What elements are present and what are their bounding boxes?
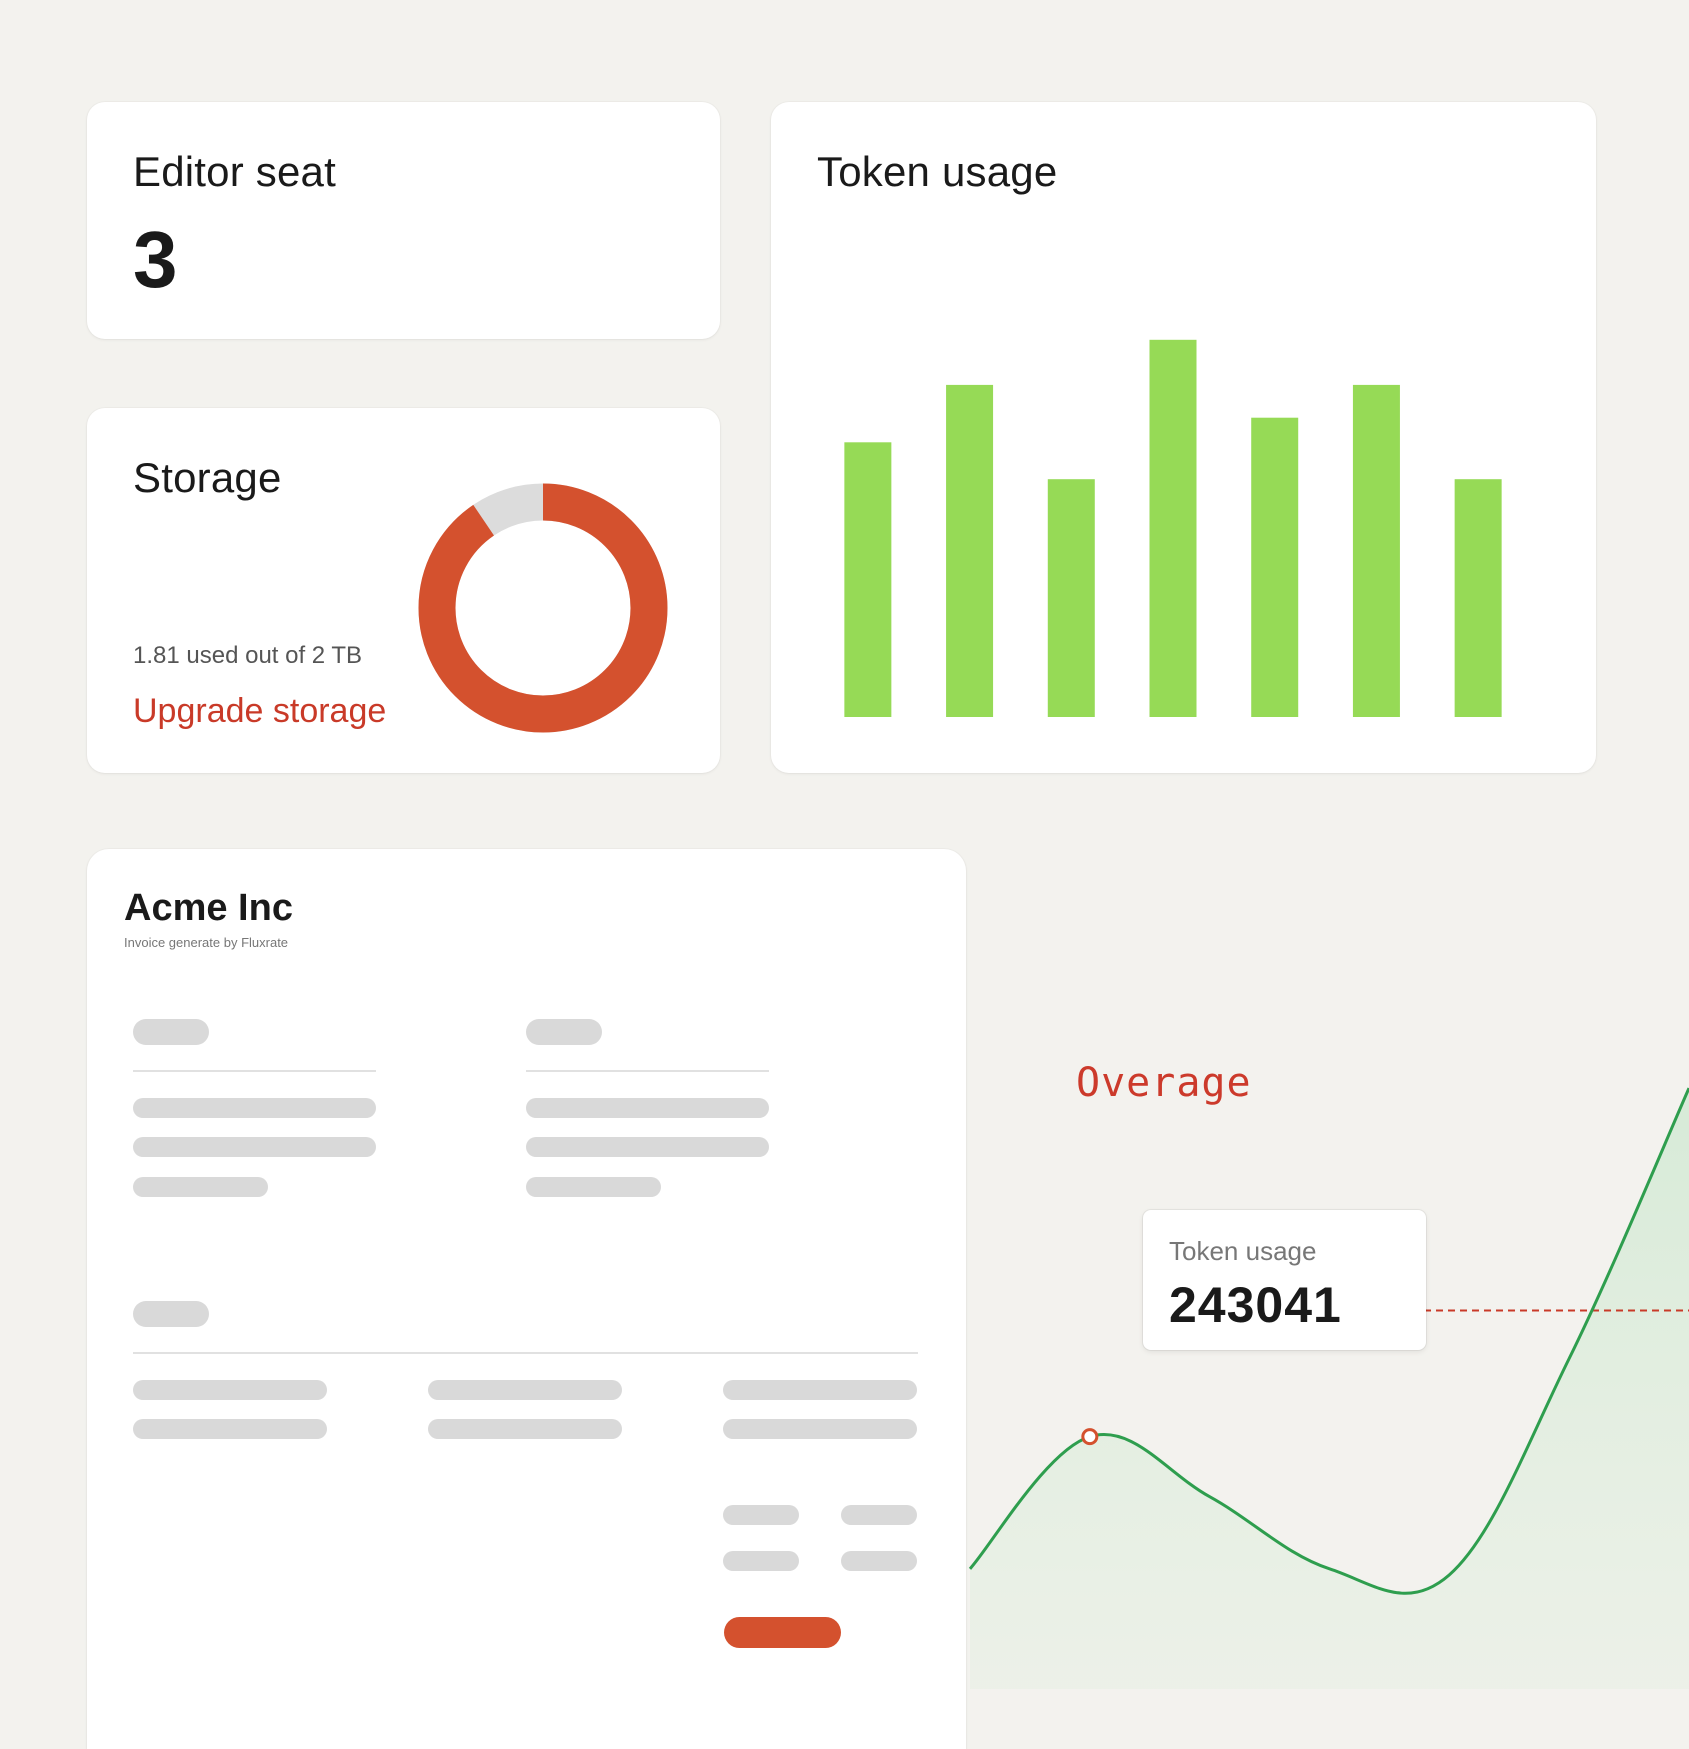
invoice-pay-button[interactable] [724, 1617, 841, 1648]
tooltip-label: Token usage [1169, 1236, 1317, 1266]
token-bar [1251, 417, 1299, 717]
invoice-skeleton-line [133, 1177, 268, 1197]
storage-usage-text: 1.81 used out of 2 TB [133, 642, 363, 669]
editor-seat-card: Editor seat 3 [87, 102, 720, 339]
token-bar [1047, 479, 1095, 717]
token-bar [1352, 384, 1400, 717]
overage-label: Overage [1076, 1060, 1252, 1106]
token-bar [844, 442, 892, 717]
invoice-skeleton-line [133, 1098, 376, 1118]
highlight-point [1081, 1428, 1099, 1446]
token-usage-tooltip: Token usage 243041 [1143, 1210, 1426, 1350]
invoice-card: Acme Inc Invoice generate by Fluxrate [87, 849, 966, 1749]
area-fill [970, 1088, 1689, 1689]
token-bar [1454, 479, 1502, 717]
invoice-skeleton-cell [428, 1380, 622, 1400]
invoice-skeleton-line [526, 1137, 769, 1157]
invoice-skeleton-cell [133, 1419, 327, 1439]
editor-seat-title: Editor seat [133, 148, 336, 195]
invoice-skeleton-heading [133, 1301, 209, 1327]
editor-seat-count: 3 [133, 215, 178, 304]
token-usage-bar-chart [844, 339, 1502, 717]
storage-donut-chart [418, 483, 668, 733]
invoice-company-name: Acme Inc [124, 887, 293, 929]
invoice-skeleton-cell [133, 1380, 327, 1400]
invoice-skeleton-line [526, 1177, 661, 1197]
invoice-skeleton-cell [723, 1380, 917, 1400]
storage-used-arc [418, 483, 668, 733]
invoice-skeleton-line [526, 1098, 769, 1118]
invoice-skeleton-total-value [841, 1505, 917, 1525]
invoice-skeleton-total-label [723, 1505, 799, 1525]
invoice-divider [526, 1070, 769, 1072]
invoice-divider [133, 1070, 376, 1072]
invoice-skeleton-total-value [841, 1551, 917, 1571]
invoice-skeleton-line [133, 1137, 376, 1157]
invoice-subtitle: Invoice generate by Fluxrate [124, 935, 289, 950]
invoice-table-divider [133, 1352, 918, 1354]
invoice-skeleton-cell [723, 1419, 917, 1439]
invoice-skeleton-cell [428, 1419, 622, 1439]
upgrade-storage-link[interactable]: Upgrade storage [133, 692, 386, 731]
invoice-skeleton-heading [133, 1019, 209, 1045]
tooltip-value: 243041 [1169, 1277, 1342, 1333]
token-usage-card: Token usage [771, 102, 1596, 773]
storage-card: Storage 1.81 used out of 2 TB Upgrade st… [87, 408, 720, 773]
token-bar [1149, 339, 1197, 717]
storage-title: Storage [133, 454, 282, 501]
invoice-skeleton-total-label [723, 1551, 799, 1571]
invoice-skeleton-heading [526, 1019, 602, 1045]
token-bar [946, 384, 994, 717]
